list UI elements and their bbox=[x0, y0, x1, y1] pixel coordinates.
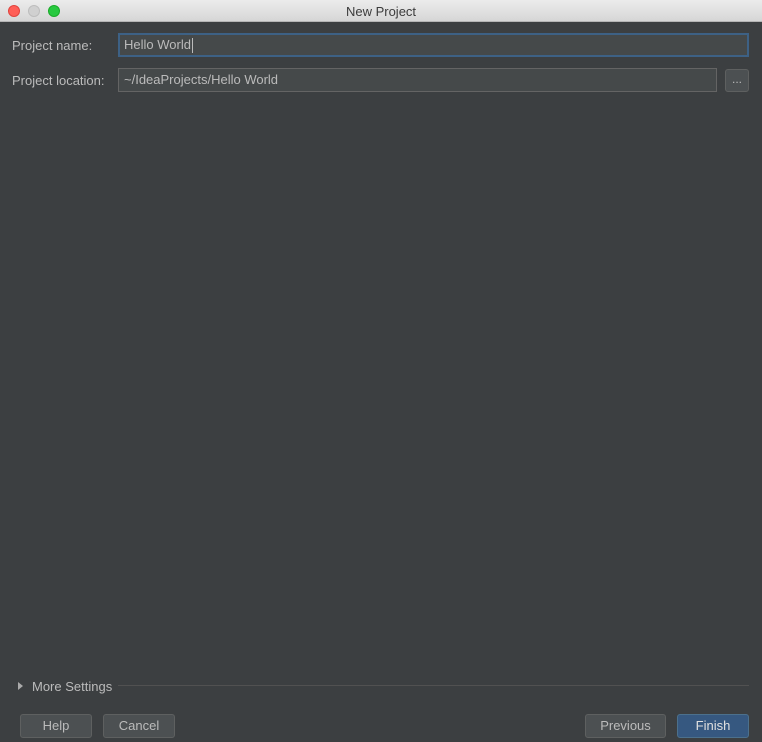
text-caret bbox=[191, 38, 193, 54]
title-bar: New Project bbox=[0, 0, 762, 22]
browse-location-button[interactable]: ... bbox=[725, 69, 749, 92]
help-button[interactable]: Help bbox=[20, 714, 92, 738]
more-settings-toggle[interactable]: More Settings bbox=[16, 678, 112, 694]
project-name-value: Hello World bbox=[124, 37, 191, 52]
new-project-dialog: New Project Project name: Hello World Pr… bbox=[0, 0, 762, 742]
project-name-input[interactable]: Hello World bbox=[118, 33, 749, 57]
cancel-button[interactable]: Cancel bbox=[103, 714, 175, 738]
previous-button[interactable]: Previous bbox=[585, 714, 666, 738]
project-location-label: Project location: bbox=[12, 73, 105, 88]
project-location-input[interactable]: ~/IdeaProjects/Hello World bbox=[118, 68, 717, 92]
project-location-value: ~/IdeaProjects/Hello World bbox=[124, 72, 279, 87]
window-title: New Project bbox=[345, 4, 417, 19]
finish-button[interactable]: Finish bbox=[677, 714, 749, 738]
more-settings-label: More Settings bbox=[32, 678, 113, 694]
expand-triangle-icon bbox=[18, 682, 23, 690]
more-settings-separator bbox=[118, 685, 749, 686]
project-name-label: Project name: bbox=[12, 38, 93, 53]
